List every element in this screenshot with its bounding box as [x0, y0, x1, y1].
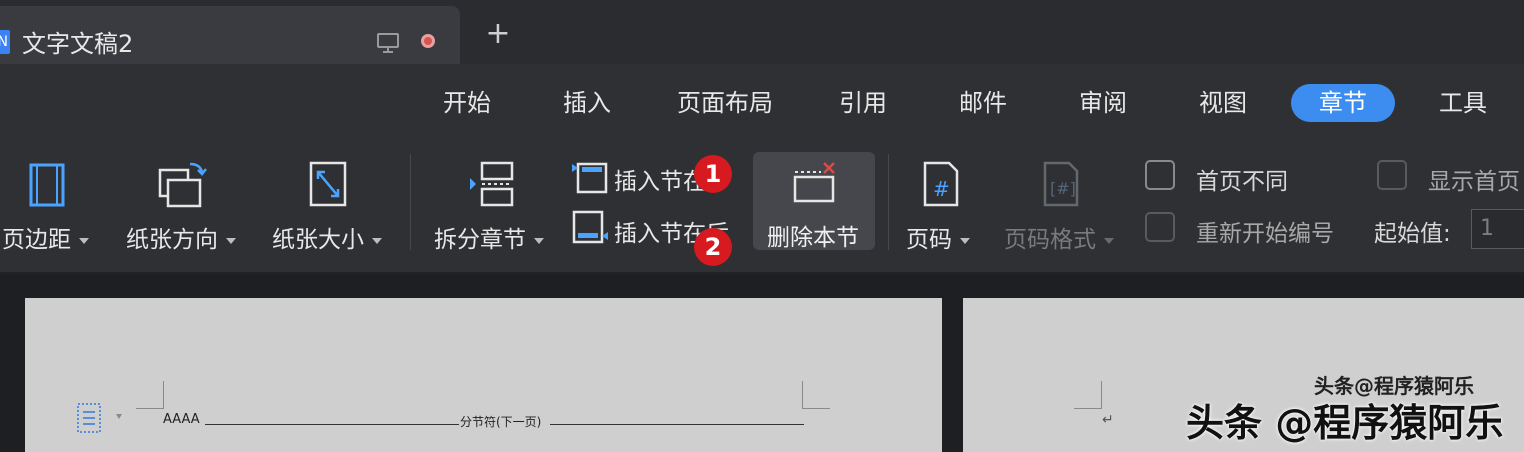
- menu-tools[interactable]: 工具: [1436, 84, 1490, 122]
- svg-text:[#]: [#]: [1050, 179, 1076, 198]
- section-break-line: [205, 424, 459, 425]
- paragraph-mark-icon: ↵: [1102, 412, 1114, 428]
- orientation-label: 纸张方向: [126, 227, 218, 253]
- menu-start[interactable]: 开始: [440, 84, 494, 122]
- chevron-down-icon: [534, 237, 544, 244]
- section-break-line: [550, 424, 804, 425]
- monitor-icon[interactable]: [376, 32, 400, 54]
- watermark-large: 头条 @程序猿阿乐: [1186, 401, 1504, 445]
- insert-section-before-label: 插入节在: [614, 169, 706, 195]
- split-section-label: 拆分章节: [434, 227, 526, 253]
- show-first-page-checkbox[interactable]: [1377, 160, 1407, 190]
- menu-section[interactable]: 章节: [1291, 84, 1395, 122]
- paper-size-icon: [309, 161, 347, 207]
- paragraph-layout-icon[interactable]: [76, 402, 126, 434]
- page-number-format-icon: [#]: [1043, 161, 1079, 207]
- document-title: 文字文稿2: [22, 30, 134, 58]
- menu-view[interactable]: 视图: [1196, 84, 1250, 122]
- insert-section-before-icon: [572, 162, 608, 194]
- menu-page-layout[interactable]: 页面布局: [672, 84, 778, 122]
- menu-insert[interactable]: 插入: [560, 84, 614, 122]
- page-corner-mark: [136, 381, 164, 409]
- menu-references[interactable]: 引用: [836, 84, 890, 122]
- writer-doc-icon: N: [0, 30, 10, 54]
- margins-label: 页边距: [2, 227, 71, 253]
- menu-mailings[interactable]: 邮件: [956, 84, 1010, 122]
- step-badge-2: 2: [694, 228, 732, 266]
- first-page-diff-checkbox[interactable]: [1145, 160, 1175, 190]
- page-number-format-label: 页码格式: [1004, 227, 1096, 253]
- page-margins-icon: [29, 163, 65, 207]
- unsaved-dot-icon[interactable]: [421, 34, 435, 48]
- paper-size-label: 纸张大小: [272, 227, 364, 253]
- page-number-label: 页码: [906, 227, 952, 253]
- delete-section-label: 删除本节: [767, 225, 859, 251]
- show-first-page-label: 显示首页: [1428, 169, 1520, 195]
- page-corner-mark: [1074, 381, 1102, 409]
- section-break-label: 分节符(下一页): [460, 415, 542, 429]
- toolbar-separator: [410, 154, 411, 250]
- delete-section-icon: [793, 162, 835, 203]
- first-page-diff-label: 首页不同: [1196, 169, 1288, 195]
- title-bar: N 文字文稿2 +: [0, 0, 1524, 64]
- chevron-down-icon: [960, 237, 970, 244]
- page-corner-mark: [802, 381, 830, 409]
- insert-section-after-icon: [572, 210, 608, 244]
- orientation-button[interactable]: 纸张方向: [122, 150, 252, 260]
- page-orientation-icon: [158, 162, 207, 208]
- svg-text:#: #: [933, 177, 950, 201]
- chevron-down-icon: [372, 237, 382, 244]
- step-badge-1: 1: [694, 155, 732, 193]
- toolbar-separator: [888, 154, 889, 250]
- restart-numbering-label: 重新开始编号: [1196, 221, 1334, 247]
- start-value-input[interactable]: 1: [1471, 209, 1524, 249]
- menu-review[interactable]: 审阅: [1076, 84, 1130, 122]
- paper-size-button[interactable]: 纸张大小: [268, 150, 398, 260]
- start-value-label: 起始值:: [1374, 221, 1451, 247]
- page-number-format-button[interactable]: [#] 页码格式: [1000, 150, 1130, 260]
- document-tab[interactable]: N 文字文稿2: [0, 6, 460, 64]
- split-section-icon: [470, 161, 514, 207]
- document-text[interactable]: AAAA: [163, 412, 200, 427]
- chevron-down-icon: [79, 237, 89, 244]
- margins-button[interactable]: 页边距: [0, 150, 110, 260]
- page-number-icon: #: [923, 161, 959, 207]
- restart-numbering-checkbox[interactable]: [1145, 212, 1175, 242]
- new-tab-button[interactable]: +: [480, 14, 516, 54]
- split-section-button[interactable]: 拆分章节: [430, 150, 554, 260]
- delete-section-button[interactable]: 删除本节: [753, 152, 875, 251]
- chevron-down-icon: [226, 237, 236, 244]
- page-number-button[interactable]: # 页码: [900, 150, 990, 260]
- chevron-down-icon: [1104, 237, 1114, 244]
